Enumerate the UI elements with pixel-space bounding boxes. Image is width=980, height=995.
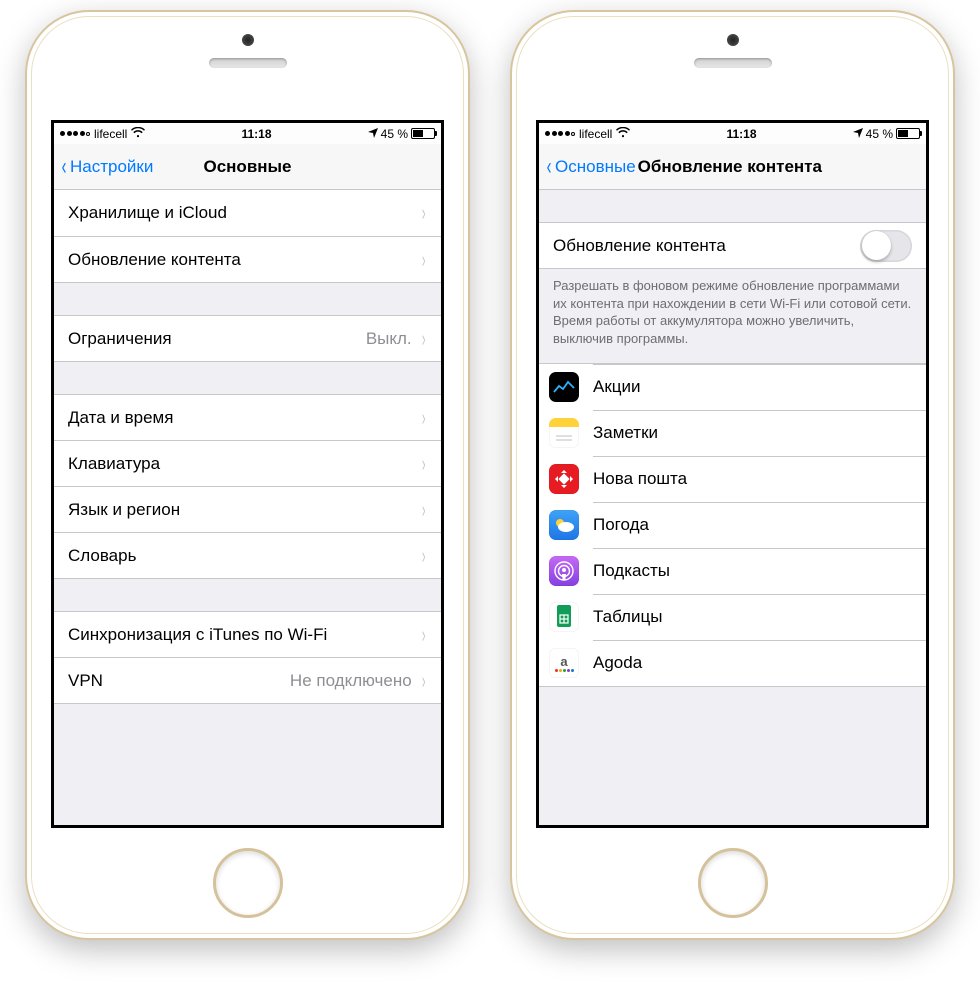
chevron-right-icon: ›	[422, 499, 426, 521]
location-icon	[853, 127, 863, 141]
carrier-label: lifecell	[579, 127, 612, 141]
row-date-time[interactable]: Дата и время ›	[54, 394, 441, 440]
row-background-app-refresh[interactable]: Обновление контента ›	[54, 236, 441, 282]
chevron-left-icon: ‹	[547, 155, 552, 179]
statusbar-time: 11:18	[145, 127, 367, 141]
wifi-icon	[616, 127, 630, 141]
chevron-right-icon: ›	[422, 407, 426, 429]
settings-list[interactable]: Хранилище и iCloud › Обновление контента…	[54, 190, 441, 825]
earpiece-speaker	[694, 58, 772, 68]
chevron-right-icon: ›	[422, 202, 426, 224]
chevron-right-icon: ›	[422, 249, 426, 271]
row-dictionary[interactable]: Словарь ›	[54, 532, 441, 578]
front-camera	[727, 34, 739, 46]
iphone-frame-left: lifecell 11:18 45 % ‹ Настройки Основные	[25, 10, 470, 940]
row-keyboard[interactable]: Клавиатура ›	[54, 440, 441, 486]
row-storage-icloud[interactable]: Хранилище и iCloud ›	[54, 190, 441, 236]
row-detail: Выкл.	[366, 329, 412, 349]
row-detail: Не подключено	[290, 671, 412, 691]
row-master-toggle[interactable]: Обновление контента	[539, 222, 926, 268]
status-bar: lifecell 11:18 45 %	[539, 123, 926, 144]
notes-app-icon	[549, 418, 579, 448]
home-button[interactable]	[213, 848, 283, 918]
row-app-podcasts[interactable]: Подкасты	[539, 548, 926, 594]
sheets-app-icon	[549, 602, 579, 632]
row-app-agoda[interactable]: a Agoda	[539, 640, 926, 686]
chevron-right-icon: ›	[422, 545, 426, 567]
stocks-app-icon	[549, 372, 579, 402]
chevron-right-icon: ›	[422, 670, 426, 692]
nav-bar: ‹ Настройки Основные	[54, 144, 441, 190]
screen-left: lifecell 11:18 45 % ‹ Настройки Основные	[51, 120, 444, 828]
home-button[interactable]	[698, 848, 768, 918]
nav-title: Обновление контента	[636, 157, 920, 177]
agoda-app-icon: a	[549, 648, 579, 678]
location-icon	[368, 127, 378, 141]
screen-right: lifecell 11:18 45 % ‹ Основные Обновлени…	[536, 120, 929, 828]
front-camera	[242, 34, 254, 46]
row-app-sheets[interactable]: Таблицы	[539, 594, 926, 640]
row-language-region[interactable]: Язык и регион ›	[54, 486, 441, 532]
nav-bar: ‹ Основные Обновление контента	[539, 144, 926, 190]
row-restrictions[interactable]: Ограничения Выкл. ›	[54, 315, 441, 361]
wifi-icon	[131, 127, 145, 141]
signal-dots-icon	[545, 131, 575, 136]
battery-icon	[896, 128, 920, 139]
row-app-notes[interactable]: Заметки	[539, 410, 926, 456]
battery-pct: 45 %	[381, 127, 408, 141]
row-app-novaposhta[interactable]: Нова пошта	[539, 456, 926, 502]
weather-app-icon	[549, 510, 579, 540]
row-app-stocks[interactable]: Акции	[539, 364, 926, 410]
row-app-weather[interactable]: Погода	[539, 502, 926, 548]
back-button[interactable]: ‹ Настройки	[60, 155, 153, 179]
podcasts-app-icon	[549, 556, 579, 586]
iphone-frame-right: lifecell 11:18 45 % ‹ Основные Обновлени…	[510, 10, 955, 940]
earpiece-speaker	[209, 58, 287, 68]
back-label: Настройки	[70, 157, 153, 177]
toggle-switch[interactable]	[860, 230, 912, 262]
section-footer: Разрешать в фоновом режиме обновление пр…	[539, 269, 926, 363]
statusbar-time: 11:18	[630, 127, 852, 141]
battery-icon	[411, 128, 435, 139]
row-itunes-wifi-sync[interactable]: Синхронизация с iTunes по Wi-Fi ›	[54, 611, 441, 657]
battery-pct: 45 %	[866, 127, 893, 141]
status-bar: lifecell 11:18 45 %	[54, 123, 441, 144]
novaposhta-app-icon	[549, 464, 579, 494]
signal-dots-icon	[60, 131, 90, 136]
row-vpn[interactable]: VPN Не подключено ›	[54, 657, 441, 703]
carrier-label: lifecell	[94, 127, 127, 141]
chevron-left-icon: ‹	[62, 155, 67, 179]
chevron-right-icon: ›	[422, 624, 426, 646]
chevron-right-icon: ›	[422, 328, 426, 350]
back-label: Основные	[555, 157, 636, 177]
back-button[interactable]: ‹ Основные	[545, 155, 636, 179]
refresh-settings-list[interactable]: Обновление контента Разрешать в фоновом …	[539, 190, 926, 825]
chevron-right-icon: ›	[422, 453, 426, 475]
